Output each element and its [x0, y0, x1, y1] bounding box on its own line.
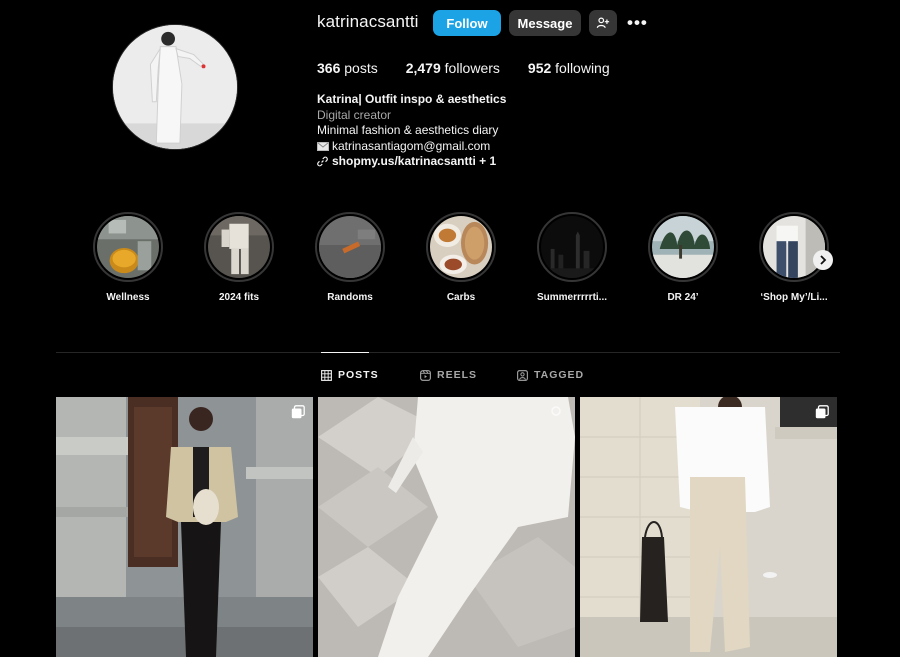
highlight-label: Summerrrrrti... — [536, 292, 608, 303]
highlight-cover-carbs — [430, 216, 492, 278]
message-button[interactable]: Message — [509, 10, 581, 36]
highlight-label: DR 24’ — [667, 292, 699, 303]
carousel-icon — [291, 405, 305, 419]
followers-count: 2,479 — [405, 60, 441, 76]
posts-count: 366 — [317, 60, 341, 76]
tab-tagged[interactable]: TAGGED — [517, 369, 584, 381]
post-photo — [580, 397, 837, 657]
tab-reels[interactable]: REELS — [420, 369, 477, 381]
tab-label: POSTS — [338, 369, 379, 381]
highlight-cover-2024-fits — [208, 216, 270, 278]
highlight-ring — [759, 212, 829, 282]
bio-email-row: katrinasantiagom@gmail.com — [317, 139, 506, 155]
followers-label: followers — [444, 60, 500, 76]
reels-icon — [420, 369, 431, 381]
following-stat[interactable]: 952 following — [528, 60, 610, 76]
highlight-ring — [426, 212, 496, 282]
highlight-cover-summer — [541, 216, 603, 278]
profile-stats: 366 posts 2,479 followers 952 following — [317, 60, 638, 76]
post-tile[interactable] — [56, 397, 313, 657]
highlight-randoms[interactable]: Randoms — [312, 212, 388, 303]
active-tab-indicator — [321, 352, 369, 353]
profile-tabs: POSTS REELS TAGGED — [0, 369, 900, 383]
profile-bio: Katrina| Outfit inspo & aesthetics Digit… — [317, 92, 506, 170]
story-highlights: Wellness 2024 fits Randoms Carbs Summerr… — [90, 212, 850, 312]
following-count: 952 — [527, 60, 552, 76]
highlight-label: 2024 fits — [218, 292, 260, 303]
add-user-icon — [596, 17, 610, 29]
highlight-carbs[interactable]: Carbs — [423, 212, 499, 303]
chevron-right-icon — [820, 255, 827, 265]
tabs-divider — [56, 352, 840, 353]
tagged-icon — [517, 369, 528, 381]
highlight-ring — [315, 212, 385, 282]
profile-username: katrinacsantti — [317, 12, 419, 31]
bio-link-row[interactable]: shopmy.us/katrinacsantti + 1 — [317, 154, 506, 170]
highlight-2024-fits[interactable]: 2024 fits — [201, 212, 277, 303]
posts-grid — [56, 397, 840, 657]
highlight-cover-randoms — [319, 216, 381, 278]
post-tile[interactable] — [318, 397, 575, 657]
highlight-label: Randoms — [327, 292, 373, 303]
highlight-label: Wellness — [106, 292, 150, 303]
tab-label: REELS — [437, 369, 478, 381]
highlight-dr-24[interactable]: DR 24’ — [645, 212, 721, 303]
bio-email: katrinasantiagom@gmail.com — [332, 138, 491, 153]
carousel-icon — [815, 405, 829, 419]
highlight-ring — [648, 212, 718, 282]
follow-button[interactable]: Follow — [433, 10, 501, 36]
bio-link: shopmy.us/katrinacsantti + 1 — [332, 154, 497, 168]
profile-avatar[interactable] — [112, 24, 238, 150]
grid-icon — [321, 369, 332, 381]
highlight-ring — [537, 212, 607, 282]
posts-stat: 366 posts — [317, 60, 378, 76]
following-label: following — [555, 60, 610, 76]
bio-line: Minimal fashion & aesthetics diary — [317, 123, 499, 137]
posts-label: posts — [344, 60, 378, 76]
bio-name: Katrina| Outfit inspo & aesthetics — [317, 92, 507, 106]
avatar-photo — [113, 25, 237, 149]
followers-stat[interactable]: 2,479 followers — [406, 60, 500, 76]
highlight-cover-dr-24 — [652, 216, 714, 278]
more-options-icon[interactable]: ••• — [627, 13, 648, 33]
suggested-users-button[interactable] — [589, 10, 617, 36]
envelope-icon — [317, 141, 329, 151]
highlight-label: Carbs — [446, 292, 476, 303]
highlight-cover-shop-my — [763, 216, 825, 278]
post-photo — [56, 397, 313, 657]
highlights-next-button[interactable] — [813, 250, 833, 270]
highlight-cover-wellness — [97, 216, 159, 278]
bio-category: Digital creator — [317, 107, 392, 122]
post-photo — [318, 397, 575, 657]
post-tile[interactable] — [580, 397, 837, 657]
tab-posts[interactable]: POSTS — [321, 369, 379, 381]
highlight-ring — [204, 212, 274, 282]
highlight-label: ‘Shop My’/Li... — [760, 292, 828, 303]
link-icon — [317, 156, 328, 167]
highlight-ring — [93, 212, 163, 282]
highlight-wellness[interactable]: Wellness — [90, 212, 166, 303]
tab-label: TAGGED — [534, 369, 585, 381]
highlight-summer[interactable]: Summerrrrrti... — [534, 212, 610, 303]
